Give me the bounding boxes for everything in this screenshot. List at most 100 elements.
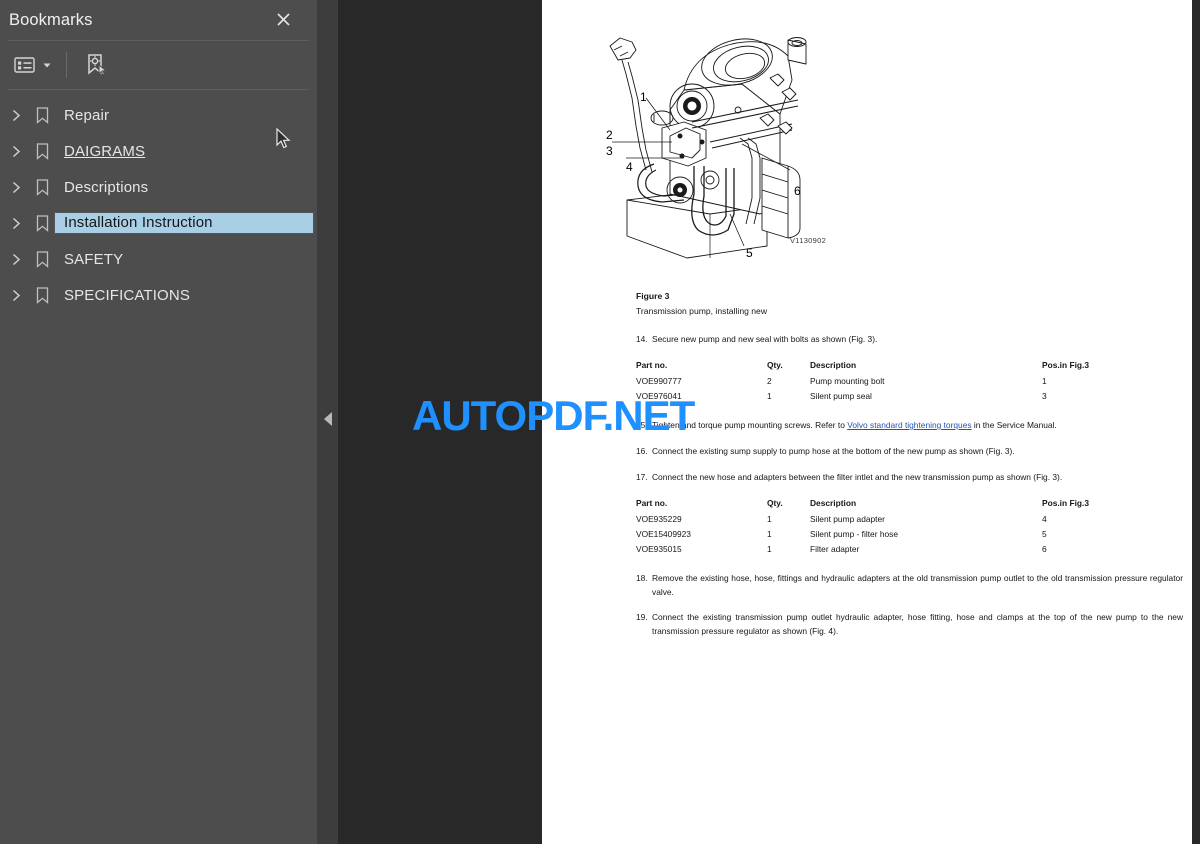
step-text: Connect the new hose and adapters betwee… [652,472,1063,482]
cell-pos: 5 [1042,529,1047,539]
cell-qty: 1 [767,514,772,524]
chevron-right-icon[interactable] [3,289,29,302]
sidebar-splitter[interactable] [317,0,338,844]
sidebar-item-label: SAFETY [64,250,124,268]
cell-qty: 2 [767,376,772,386]
step-text: Connect the existing transmission pump o… [652,612,1183,636]
sidebar-item-label: Repair [64,106,110,124]
callout-4: 4 [626,160,633,174]
chevron-right-icon[interactable] [3,109,29,122]
bookmarks-sidebar: Bookmarks Repair DAIGRAMS Descriptions I… [0,0,317,844]
chevron-right-icon[interactable] [3,181,29,194]
table-header-row: Part no. Qty. Description Pos.in Fig.3 [636,360,1102,376]
step-number: 16. [636,446,648,456]
column-header-part-no: Part no. [636,360,668,370]
column-header-description: Description [810,360,857,370]
figure-caption-subtitle: Transmission pump, installing new [636,306,768,316]
cell-qty: 1 [767,391,772,401]
column-header-qty: Qty. [767,360,783,370]
cell-description: Pump mounting bolt [810,376,885,386]
document-page: 1 2 3 4 5 6 V1130902 Figure 3 Transmissi… [542,0,1196,844]
sidebar-item-safety[interactable]: SAFETY [0,241,317,277]
cell-description: Filter adapter [810,544,860,554]
step-18: 18. Remove the existing hose, hose, fitt… [636,572,1183,599]
cell-description: Silent pump seal [810,391,872,401]
callout-2: 2 [606,128,613,142]
table-row: VOE935229 1 Silent pump adapter 4 [636,514,1102,529]
cell-pos: 1 [1042,376,1047,386]
bookmark-options-icon[interactable] [11,48,56,82]
step-text: Remove the existing hose, hose, fittings… [652,573,1183,597]
volvo-standard-tightening-torques-link[interactable]: Volvo standard tightening torques [847,420,971,430]
toolbar-divider-rule [8,89,309,90]
cell-qty: 1 [767,529,772,539]
cell-pos: 4 [1042,514,1047,524]
chevron-right-icon[interactable] [3,253,29,266]
step-number: 19. [636,612,648,622]
toolbar-divider [66,52,67,78]
bookmark-icon [29,178,55,196]
sidebar-item-label: Installation Instruction [54,212,314,234]
bookmark-icon [29,250,55,268]
bookmark-icon [29,214,55,232]
sidebar-item-installation-instruction[interactable]: Installation Instruction [0,205,317,241]
bookmark-tree: Repair DAIGRAMS Descriptions Installatio… [0,97,317,313]
callout-3: 3 [606,144,613,158]
table-row: VOE15409923 1 Silent pump - filter hose … [636,529,1102,544]
sidebar-item-repair[interactable]: Repair [0,97,317,133]
bookmark-icon [29,142,55,160]
step-19: 19. Connect the existing transmission pu… [636,611,1183,638]
step-16: 16. Connect the existing sump supply to … [636,445,1176,459]
step-text: Connect the existing sump supply to pump… [652,446,1015,456]
sidebar-toolbar [0,41,317,89]
collapse-left-icon[interactable] [322,410,334,428]
new-bookmark-icon[interactable] [81,48,111,82]
chevron-right-icon[interactable] [3,217,29,230]
close-icon[interactable] [269,5,297,33]
sidebar-item-label: SPECIFICATIONS [64,286,191,304]
callout-6: 6 [794,184,801,198]
figure-caption-title: Figure 3 [636,291,670,301]
table-row: VOE990777 2 Pump mounting bolt 1 [636,376,1102,391]
cell-pos: 6 [1042,544,1047,554]
step-15: 15. Tighten and torque pump mounting scr… [636,419,1176,433]
sidebar-item-label: Descriptions [64,178,149,196]
column-header-part-no: Part no. [636,498,668,508]
sidebar-item-descriptions[interactable]: Descriptions [0,169,317,205]
step-number: 15. [636,420,648,430]
cell-part-no: VOE976041 [636,391,682,401]
step-number: 14. [636,334,648,344]
cell-part-no: VOE935229 [636,514,682,524]
step-number: 18. [636,573,648,583]
pdf-viewer-window: Bookmarks Repair DAIGRAMS Descriptions I… [0,0,1200,844]
callout-1: 1 [640,90,647,104]
cell-description: Silent pump adapter [810,514,885,524]
column-header-qty: Qty. [767,498,783,508]
document-viewer[interactable]: 1 2 3 4 5 6 V1130902 Figure 3 Transmissi… [338,0,1200,844]
column-header-pos: Pos.in Fig.3 [1042,360,1089,370]
figure-reference-code: V1130902 [790,236,827,245]
column-header-description: Description [810,498,857,508]
bookmark-icon [29,106,55,124]
page-right-margin [1192,0,1200,844]
chevron-down-icon [43,63,51,68]
parts-table-1: Part no. Qty. Description Pos.in Fig.3 V… [636,360,1102,406]
step-text: Secure new pump and new seal with bolts … [652,334,878,344]
cell-qty: 1 [767,544,772,554]
step-number: 17. [636,472,648,482]
cell-part-no: VOE15409923 [636,529,691,539]
step-text-before-link: Tighten and torque pump mounting screws.… [652,420,848,430]
table-row: VOE976041 1 Silent pump seal 3 [636,391,1102,406]
parts-table-2: Part no. Qty. Description Pos.in Fig.3 V… [636,498,1102,559]
figure-illustration: 1 2 3 4 5 6 V1130902 [542,18,1196,268]
sidebar-item-specifications[interactable]: SPECIFICATIONS [0,277,317,313]
chevron-right-icon[interactable] [3,145,29,158]
sidebar-item-daigrams[interactable]: DAIGRAMS [0,133,317,169]
transmission-pump-drawing [609,37,807,259]
bookmark-icon [29,286,55,304]
cell-part-no: VOE935015 [636,544,682,554]
step-text-after-link: in the Service Manual. [971,420,1057,430]
sidebar-title: Bookmarks [9,10,93,29]
cell-part-no: VOE990777 [636,376,682,386]
callout-5: 5 [746,246,753,260]
